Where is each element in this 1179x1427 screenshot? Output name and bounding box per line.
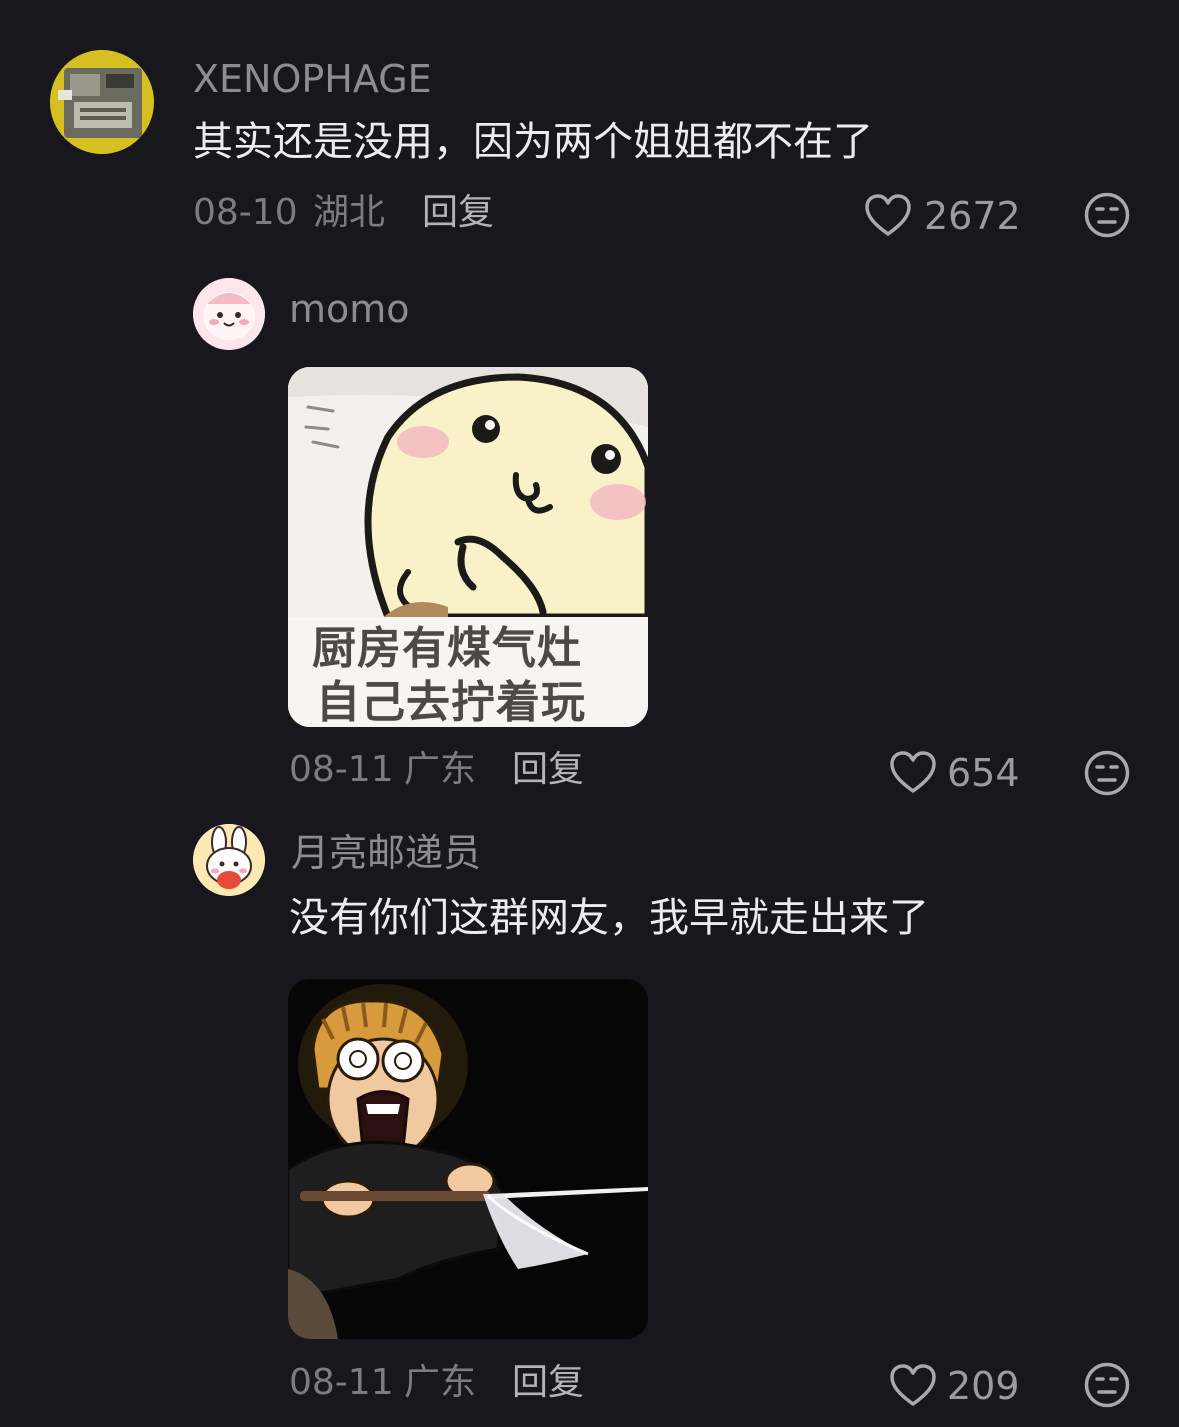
comment-date: 08-11 [289,749,394,790]
anime-character-illustration [288,979,648,1339]
comment-date: 08-10 [193,192,298,233]
comment-location: 湖北 [313,192,386,233]
heart-outline-icon [890,1364,936,1406]
neutral-face-icon[interactable] [1084,192,1130,238]
avatar[interactable] [193,824,265,896]
like-count: 654 [947,751,1020,795]
avatar[interactable] [50,50,154,154]
bunny-sticker-icon [193,824,265,896]
neutral-face-icon[interactable] [1084,750,1130,796]
comment-location: 广东 [404,749,477,790]
reply-button[interactable]: 回复 [512,1365,584,1401]
comment-item: momo 厨房有煤气灶 自己去拧着玩 08-11 广东 回复 654 [0,260,1179,800]
comment-text: 没有你们这群网友，我早就走出来了 [289,895,929,941]
comment-location: 广东 [404,1362,477,1403]
pink-cartoon-face-icon [193,278,265,350]
heart-outline-icon [865,194,911,236]
like-button[interactable]: 654 [889,747,1029,797]
reply-button[interactable]: 回复 [512,752,584,788]
neutral-face-icon[interactable] [1084,1362,1130,1408]
comment-text: 其实还是没用，因为两个姐姐都不在了 [193,119,873,165]
comment-username[interactable]: 月亮邮递员 [291,834,481,872]
meme-caption-line1: 厨房有煤气灶 [312,623,582,674]
device-photo-icon [50,50,154,154]
comment-username[interactable]: momo [289,290,410,328]
comment-image[interactable] [288,979,648,1339]
like-count: 209 [947,1364,1020,1408]
comment-image[interactable]: 厨房有煤气灶 自己去拧着玩 [288,367,648,727]
comment-item: XENOPHAGE 其实还是没用，因为两个姐姐都不在了 08-10 湖北 回复 … [0,0,1179,260]
comment-username[interactable]: XENOPHAGE [193,60,432,98]
comment-item: 月亮邮递员 没有你们这群网友，我早就走出来了 08-11 广东 回复 209 [0,800,1179,1427]
avatar[interactable] [193,278,265,350]
comment-date: 08-11 [289,1362,394,1403]
like-button[interactable]: 209 [889,1360,1029,1410]
like-button[interactable]: 2672 [864,190,1024,240]
meme-caption-line2: 自己去拧着玩 [316,677,586,727]
reply-button[interactable]: 回复 [422,195,494,231]
like-count: 2672 [924,194,1021,238]
heart-outline-icon [890,751,936,793]
